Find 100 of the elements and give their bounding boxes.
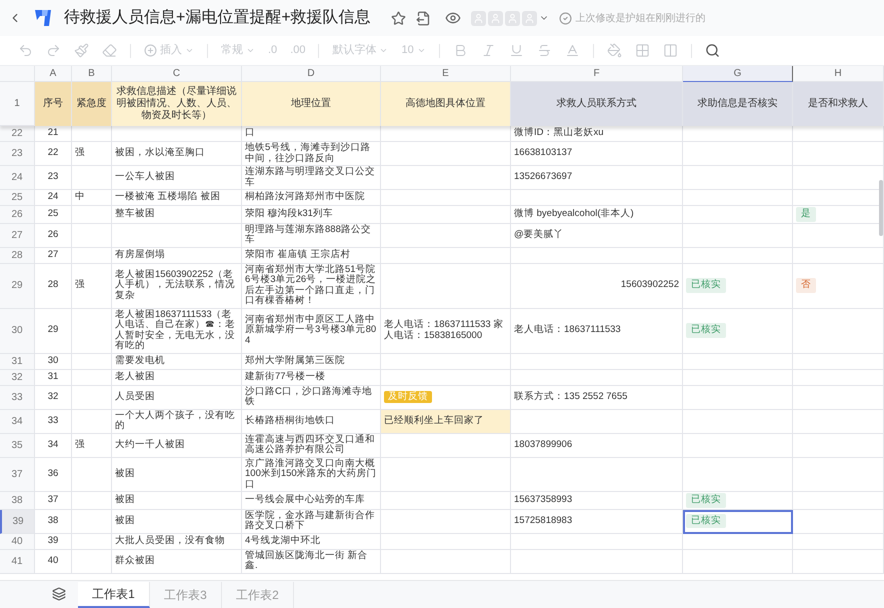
table-cell[interactable] xyxy=(381,166,511,190)
table-cell[interactable] xyxy=(72,386,112,410)
row-header[interactable]: 23 xyxy=(0,142,35,166)
table-cell[interactable]: 被困，水以淹至胸口 xyxy=(112,142,242,166)
table-cell[interactable] xyxy=(793,550,884,574)
star-icon[interactable] xyxy=(390,10,406,26)
table-cell[interactable] xyxy=(381,492,511,510)
table-cell[interactable] xyxy=(683,126,793,142)
table-cell[interactable] xyxy=(112,224,242,248)
table-cell[interactable]: 人员受困 xyxy=(112,386,242,410)
table-cell[interactable] xyxy=(793,492,884,510)
table-cell[interactable]: 13526673697 xyxy=(511,166,683,190)
table-cell[interactable]: 一个大人两个孩子，没有吃的 xyxy=(112,410,242,434)
table-cell[interactable]: 21 xyxy=(35,126,72,142)
table-cell[interactable]: 老人电话：18637111533 xyxy=(511,308,683,354)
table-cell[interactable]: 25 xyxy=(35,206,72,224)
row-header[interactable]: 34 xyxy=(0,410,35,434)
table-cell[interactable] xyxy=(683,142,793,166)
table-cell[interactable]: 34 xyxy=(35,434,72,458)
table-cell[interactable]: 大批人员受困，没有食物 xyxy=(112,534,242,550)
table-cell[interactable]: 连霍高速与西四环交叉口通和高速公路养护有限公司 xyxy=(242,434,381,458)
table-cell[interactable] xyxy=(793,510,884,534)
table-cell[interactable]: 已经顺利坐上车回家了 xyxy=(381,410,511,434)
row-header[interactable]: 25 xyxy=(0,190,35,206)
table-cell[interactable] xyxy=(683,386,793,410)
table-cell[interactable] xyxy=(683,434,793,458)
table-cell[interactable] xyxy=(72,166,112,190)
table-cell[interactable]: 有房屋倒塌 xyxy=(112,248,242,264)
table-cell[interactable] xyxy=(793,354,884,370)
table-cell[interactable] xyxy=(511,458,683,492)
table-cell[interactable] xyxy=(381,510,511,534)
table-cell[interactable]: 河南省郑州市中原区工人路中原新城学府一号3号楼3单元804 xyxy=(242,308,381,354)
table-cell[interactable]: 27 xyxy=(35,248,72,264)
table-cell[interactable]: 22 xyxy=(35,142,72,166)
table-cell[interactable]: 连湖东路与明理路交叉口公交车 xyxy=(242,166,381,190)
table-cell[interactable] xyxy=(511,354,683,370)
table-cell[interactable]: 微博ID：黑山老妖xu xyxy=(511,126,683,142)
table-cell[interactable]: 老人被困 xyxy=(112,370,242,386)
table-cell[interactable] xyxy=(72,370,112,386)
table-cell[interactable]: 38 xyxy=(35,510,72,534)
table-cell[interactable]: 老人被困18637111533（老人电话、自己在家）☎：老人暂时安全，无电无水，没有吃的 xyxy=(112,308,242,354)
layers-icon[interactable] xyxy=(52,587,66,601)
avatar[interactable] xyxy=(470,10,486,26)
table-cell[interactable]: 明理路与莲湖东路888路公交车 xyxy=(242,224,381,248)
table-cell[interactable]: 29 xyxy=(35,308,72,354)
table-cell[interactable] xyxy=(511,248,683,264)
row-header[interactable]: 29 xyxy=(0,264,35,308)
row-header[interactable]: 38 xyxy=(0,492,35,510)
table-cell[interactable]: 需要发电机 xyxy=(112,354,242,370)
row-header[interactable]: 30 xyxy=(0,308,35,354)
table-cell[interactable] xyxy=(381,248,511,264)
table-cell[interactable]: 15603902252 xyxy=(511,264,683,308)
table-cell[interactable]: 联系方式：135 2552 7655 xyxy=(511,386,683,410)
table-cell[interactable] xyxy=(72,510,112,534)
table-cell[interactable]: 被困 xyxy=(112,492,242,510)
table-cell[interactable]: 23 xyxy=(35,166,72,190)
table-cell[interactable]: 管城回族区陇海北一街 新合鑫. xyxy=(242,550,381,574)
table-cell[interactable]: 33 xyxy=(35,410,72,434)
table-cell[interactable]: 强 xyxy=(72,264,112,308)
table-cell[interactable] xyxy=(381,224,511,248)
table-cell[interactable]: 16638103137 xyxy=(511,142,683,166)
table-cell[interactable] xyxy=(511,190,683,206)
table-cell[interactable] xyxy=(683,458,793,492)
table-cell[interactable] xyxy=(381,190,511,206)
table-cell[interactable]: 37 xyxy=(35,492,72,510)
column-header[interactable]: G xyxy=(683,66,793,82)
table-cell[interactable]: 整车被困 xyxy=(112,206,242,224)
table-cell[interactable]: 建新街77号楼一楼 xyxy=(242,370,381,386)
table-cell[interactable] xyxy=(683,370,793,386)
table-cell[interactable]: 31 xyxy=(35,370,72,386)
table-cell[interactable] xyxy=(381,534,511,550)
table-cell[interactable] xyxy=(793,434,884,458)
table-cell[interactable] xyxy=(112,126,242,142)
row-header[interactable]: 28 xyxy=(0,248,35,264)
eye-icon[interactable] xyxy=(444,10,461,26)
table-cell[interactable]: 口 xyxy=(242,126,381,142)
table-cell[interactable]: 强 xyxy=(72,142,112,166)
table-cell[interactable]: @要美腻丫 xyxy=(511,224,683,248)
table-cell[interactable]: 老人电话：18637111533 家人电话：15838165000 xyxy=(381,308,511,354)
table-cell[interactable]: 18037899906 xyxy=(511,434,683,458)
table-cell[interactable] xyxy=(683,354,793,370)
table-cell[interactable] xyxy=(683,206,793,224)
row-header[interactable]: 40 xyxy=(0,534,35,550)
table-cell[interactable] xyxy=(511,370,683,386)
table-cell[interactable] xyxy=(793,534,884,550)
table-cell[interactable]: 15637358993 xyxy=(511,492,683,510)
table-cell[interactable] xyxy=(511,534,683,550)
row-header[interactable]: 41 xyxy=(0,550,35,574)
table-cell[interactable] xyxy=(793,248,884,264)
table-cell[interactable]: 大约一千人被困 xyxy=(112,434,242,458)
select-all-corner[interactable] xyxy=(0,66,35,82)
table-cell[interactable] xyxy=(683,166,793,190)
header-cell[interactable]: 地理位置 xyxy=(242,82,381,126)
table-cell[interactable] xyxy=(381,206,511,224)
table-cell[interactable] xyxy=(72,550,112,574)
table-cell[interactable] xyxy=(72,534,112,550)
table-cell[interactable]: 一号线会展中心站旁的车库 xyxy=(242,492,381,510)
table-cell[interactable] xyxy=(72,126,112,142)
table-cell[interactable] xyxy=(72,492,112,510)
table-cell[interactable]: 被困 xyxy=(112,510,242,534)
